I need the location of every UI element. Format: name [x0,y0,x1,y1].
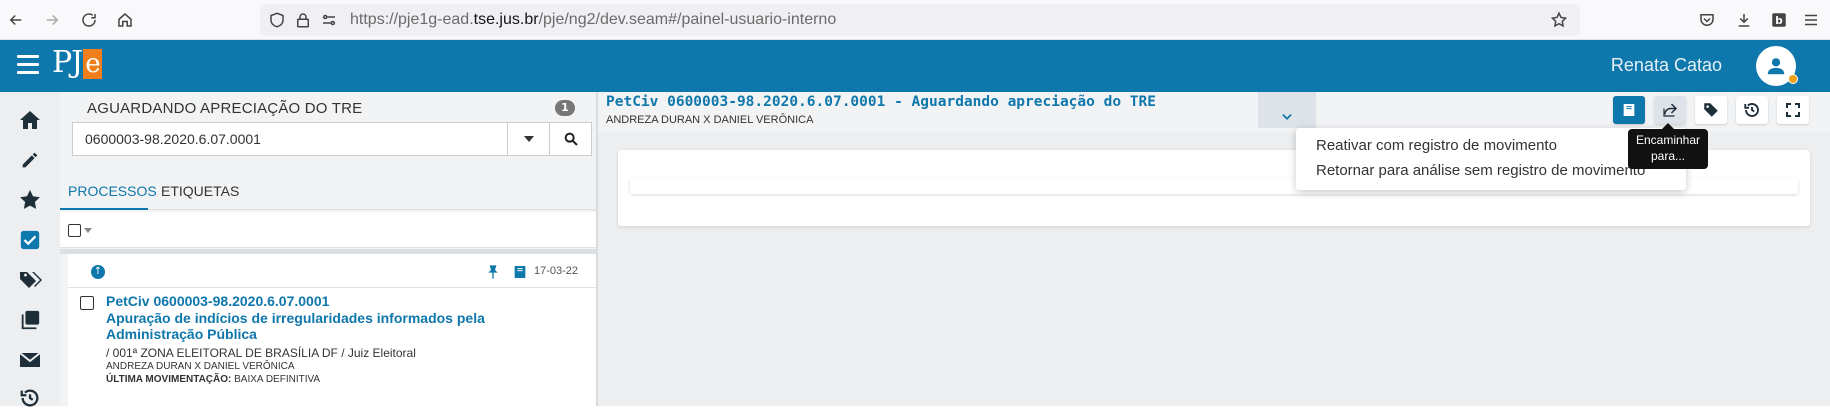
process-parties: ANDREZA DURAN X DANIEL VERÔNICA [106,361,295,372]
address-bar[interactable]: https://pje1g-ead.tse.jus.br/pje/ng2/dev… [260,4,1580,36]
select-all-dropdown[interactable] [68,220,96,240]
home-icon[interactable] [16,106,44,134]
app-header: PJ e Renata Catao [0,40,1830,92]
history-icon[interactable] [16,384,44,412]
menu-item-reactivate[interactable]: Reativar com registro de movimento [1316,137,1557,154]
process-title[interactable]: PetCiv 0600003-98.2020.6.07.0001 Apuraçã… [106,293,546,343]
arrow-up-circle-icon[interactable]: ↑ [91,265,105,279]
chevron-down-icon [1282,114,1292,120]
download-icon[interactable] [1733,9,1755,31]
task-panel: AGUARDANDO APRECIAÇÃO DO TRE 1 PROCESSOS… [60,92,598,406]
search-button[interactable] [549,123,591,155]
pje-logo[interactable]: PJ e [52,45,102,80]
user-avatar[interactable] [1756,46,1798,86]
hamburger-menu-icon[interactable] [17,55,39,75]
forward-to-button[interactable] [1654,96,1686,124]
caret-down-icon [523,136,534,142]
extension-icon[interactable]: b [1768,9,1790,31]
forward-icon[interactable] [40,8,64,32]
process-last-move: ÚLTIMA MOVIMENTAÇÃO: BAIXA DEFINITIVA [106,374,320,385]
home-page-icon[interactable] [113,8,137,32]
process-checkbox[interactable] [80,296,94,310]
last-move-label: ÚLTIMA MOVIMENTAÇÃO: [106,374,232,385]
tab-etiquetas[interactable]: ETIQUETAS [153,180,247,210]
search-icon [564,132,578,146]
pin-icon[interactable] [485,263,501,281]
permissions-icon[interactable] [320,11,338,29]
url-host: tse.jus.br [473,11,539,28]
search-options-button[interactable] [507,123,549,155]
logo-text: PJ [52,45,83,80]
process-search [72,122,592,156]
expand-header-button[interactable] [1258,92,1316,128]
url-prefix: https://pje1g-ead. [350,11,474,28]
menu-icon[interactable] [1800,9,1822,31]
tags-icon[interactable] [16,266,44,294]
panel-tabs: PROCESSOS ETIQUETAS [60,180,596,210]
shield-icon[interactable] [268,11,286,29]
autos-button[interactable] [1613,96,1645,124]
tooltip-line: para... [1650,149,1686,163]
last-move-value: BAIXA DEFINITIVA [231,374,321,385]
tag-button[interactable] [1695,96,1727,124]
pencil-icon[interactable] [16,146,44,174]
url-suffix: /pje/ng2/dev.seam#/painel-usuario-intern… [538,11,837,28]
process-title-line: Apuração de indícios de irregularidades … [106,309,485,326]
copy-icon[interactable] [16,306,44,334]
menu-item-return-analysis[interactable]: Retornar para análise sem registro de mo… [1316,162,1645,179]
lock-icon[interactable] [294,11,312,29]
select-all-checkbox[interactable] [68,223,81,237]
tooltip-line: Encaminhar [1635,133,1701,147]
list-toolbar [60,212,596,248]
bookmark-star-icon[interactable] [1550,11,1568,29]
expand-icon [1786,103,1800,117]
process-title-line: PetCiv 0600003-98.2020.6.07.0001 [106,293,330,309]
svg-text:b: b [1775,15,1783,27]
logo-e: e [83,49,102,79]
browser-toolbar: https://pje1g-ead.tse.jus.br/pje/ng2/dev… [0,0,1830,40]
pocket-icon[interactable] [1696,9,1718,31]
icon-sidebar [0,92,60,407]
process-date: 17-03-22 [534,265,579,277]
back-icon[interactable] [4,8,28,32]
case-title: PetCiv 0600003-98.2020.6.07.0001 - Aguar… [606,94,1156,110]
envelope-icon[interactable] [16,346,44,374]
process-card-header: ↑ 17-03-22 [68,254,596,288]
history-button[interactable] [1736,96,1768,124]
reload-icon[interactable] [77,8,101,32]
case-header: PetCiv 0600003-98.2020.6.07.0001 - Aguar… [598,92,1830,132]
process-search-input[interactable] [73,123,507,155]
task-title: AGUARDANDO APRECIAÇÃO DO TRE [87,100,363,117]
share-icon [1663,103,1678,117]
user-icon [1767,58,1785,75]
count-badge: 1 [555,100,575,116]
checkbox-icon[interactable] [16,226,44,254]
tab-processos[interactable]: PROCESSOS [60,180,157,210]
book-icon [1623,104,1635,116]
status-dot [1788,74,1798,84]
star-icon[interactable] [16,186,44,214]
tag-icon [1704,103,1718,117]
process-court: / 001ª ZONA ELEITORAL DE BRASÍLIA DF / J… [106,346,416,360]
forward-tooltip: Encaminhar para... [1628,123,1708,169]
book-icon[interactable] [512,263,528,281]
case-parties: ANDREZA DURAN X DANIEL VERÔNICA [606,114,814,126]
process-card[interactable]: ↑ 17-03-22 PetCiv 0600003-98.2020.6.07.0… [68,254,596,406]
history-icon [1744,103,1759,117]
caret-down-icon [84,227,92,233]
fullscreen-button[interactable] [1777,96,1809,124]
process-title-line: Administração Pública [106,326,257,342]
user-name[interactable]: Renata Catao [1611,55,1722,76]
url-text[interactable]: https://pje1g-ead.tse.jus.br/pje/ng2/dev… [350,11,836,29]
